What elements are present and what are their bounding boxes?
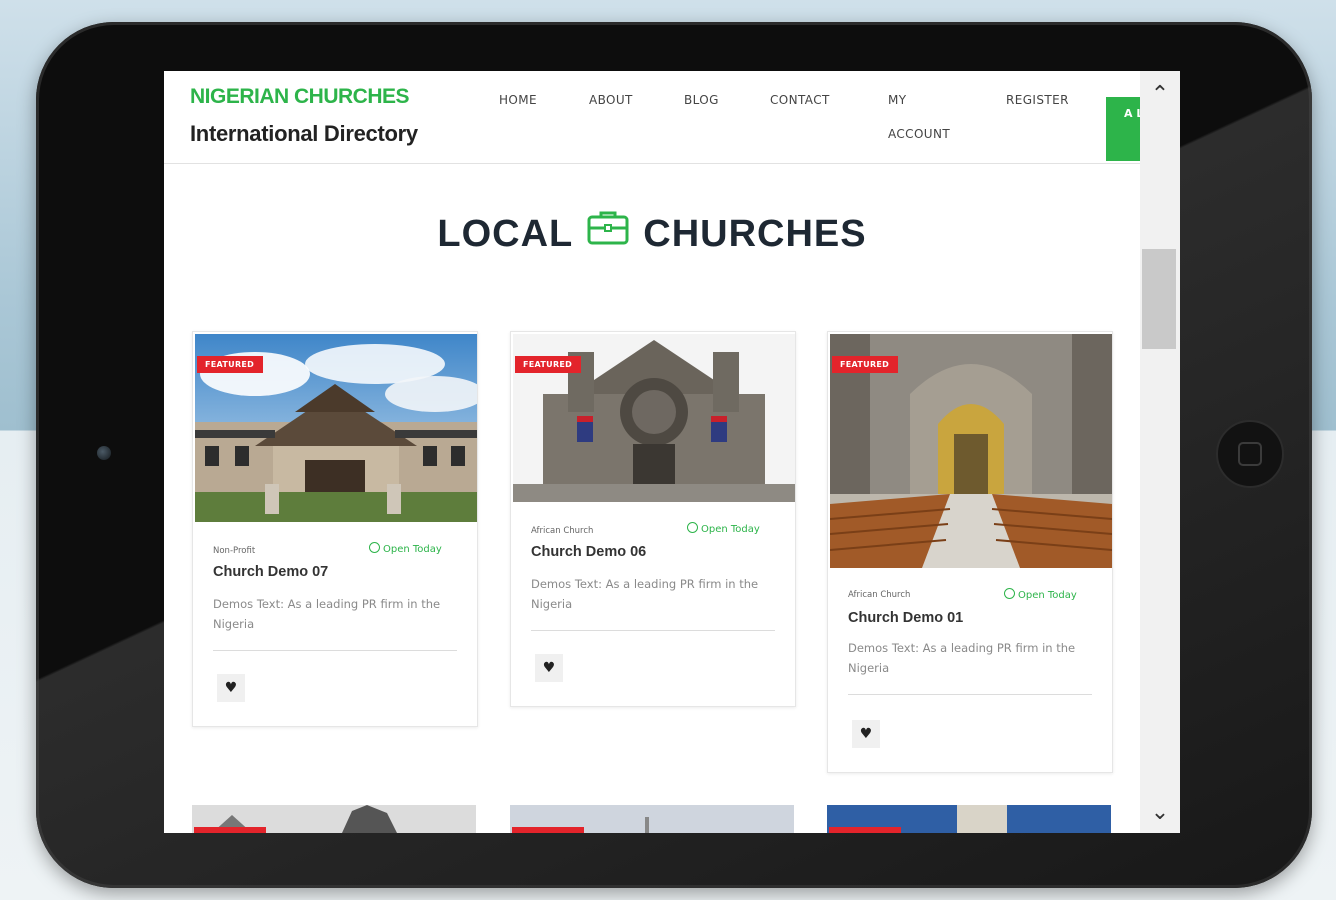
add-listing-label: A LI: [1124, 107, 1140, 120]
nav-contact[interactable]: CONTACT: [770, 93, 830, 107]
scroll-up-icon[interactable]: ⌃: [1140, 77, 1180, 113]
open-status-label: Open Today: [1018, 590, 1077, 601]
featured-badge: [512, 827, 584, 833]
featured-badge: FEATURED: [832, 356, 899, 373]
clock-icon: [1004, 588, 1015, 599]
card-title[interactable]: Church Demo 07: [213, 564, 328, 580]
section-title-right: CHURCHES: [643, 213, 867, 256]
listing-card-peek[interactable]: [192, 805, 476, 833]
featured-badge: FEATURED: [515, 356, 582, 373]
listing-card[interactable]: FEATURED Non-Profit Open Today Church De…: [192, 331, 478, 727]
camera-icon: [97, 446, 111, 460]
card-description: Demos Text: As a leading PR firm in the …: [531, 577, 759, 611]
clock-icon: [687, 522, 698, 533]
card-category[interactable]: African Church: [848, 590, 910, 600]
card-category[interactable]: Non-Profit: [213, 546, 255, 556]
clock-icon: [369, 542, 380, 553]
heart-icon[interactable]: ♥: [535, 654, 563, 682]
church-photo[interactable]: FEATURED: [830, 334, 1112, 568]
nav-register[interactable]: REGISTER: [1006, 93, 1069, 107]
site-header: NIGERIAN CHURCHES International Director…: [164, 71, 1140, 164]
card-category[interactable]: African Church: [531, 526, 593, 536]
listing-card[interactable]: FEATURED African Church Open Today Churc…: [827, 331, 1113, 773]
heart-icon[interactable]: ♥: [217, 674, 245, 702]
listing-card[interactable]: FEATURED African Church Open Today Churc…: [510, 331, 796, 707]
scroll-down-icon[interactable]: ⌄: [1140, 795, 1180, 831]
card-title[interactable]: Church Demo 06: [531, 544, 646, 560]
device-screen: NIGERIAN CHURCHES International Director…: [164, 71, 1180, 833]
open-status: Open Today: [369, 542, 442, 555]
home-button[interactable]: [1216, 420, 1284, 488]
nav-about[interactable]: ABOUT: [589, 93, 633, 107]
card-description: Demos Text: As a leading PR firm in the …: [848, 641, 1076, 675]
nav-home[interactable]: HOME: [499, 93, 537, 107]
brand-name[interactable]: NIGERIAN CHURCHES: [190, 85, 410, 109]
add-listing-button[interactable]: A LI: [1106, 97, 1140, 161]
card-description: Demos Text: As a leading PR firm in the …: [213, 597, 441, 631]
open-status-label: Open Today: [701, 524, 760, 535]
featured-badge: FEATURED: [197, 356, 264, 373]
card-divider: [213, 650, 457, 651]
nav-account[interactable]: ACCOUNT: [888, 127, 950, 141]
home-square-icon: [1238, 442, 1262, 466]
open-status-label: Open Today: [383, 544, 442, 555]
heart-icon[interactable]: ♥: [852, 720, 880, 748]
brand-tagline[interactable]: International Directory: [190, 121, 418, 147]
listing-card-peek[interactable]: [827, 805, 1111, 833]
section-title-left: LOCAL: [437, 213, 574, 256]
listing-card-peek[interactable]: [510, 805, 794, 833]
briefcase-icon: [587, 209, 629, 255]
nav-blog[interactable]: BLOG: [684, 93, 719, 107]
card-divider: [531, 630, 775, 631]
nav-my[interactable]: MY: [888, 93, 906, 107]
open-status: Open Today: [1004, 588, 1077, 601]
featured-badge: [829, 827, 901, 833]
scrollbar[interactable]: ⌃ ⌄: [1140, 71, 1180, 833]
section-title: LOCAL CHURCHES: [164, 211, 1140, 259]
card-divider: [848, 694, 1092, 695]
church-photo[interactable]: FEATURED: [513, 334, 795, 502]
church-photo[interactable]: FEATURED: [195, 334, 477, 522]
featured-badge: [194, 827, 266, 833]
open-status: Open Today: [687, 522, 760, 535]
card-title[interactable]: Church Demo 01: [848, 610, 963, 626]
scrollbar-thumb[interactable]: [1142, 249, 1176, 349]
